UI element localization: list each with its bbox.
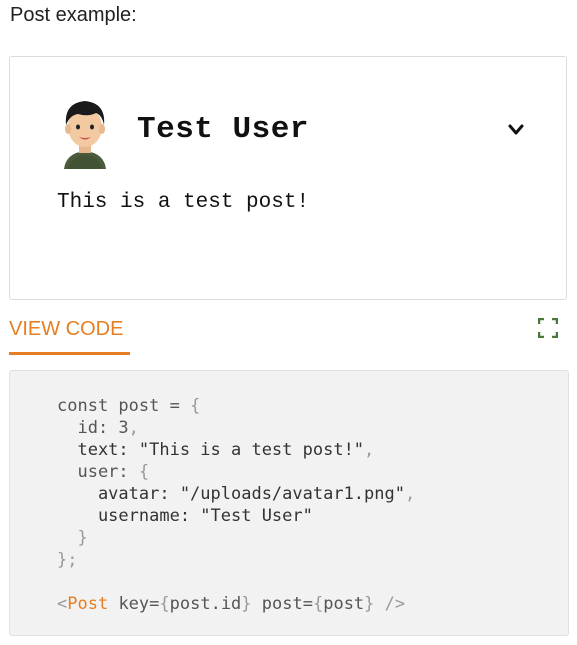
code-line: user: {	[57, 461, 415, 483]
code-token: key=	[108, 594, 160, 614]
chevron-down-icon[interactable]	[507, 123, 525, 137]
code-token: const post =	[57, 396, 191, 416]
section-heading: Post example:	[10, 4, 137, 26]
code-token: post	[323, 594, 365, 614]
tab-view-code[interactable]: VIEW CODE	[9, 318, 123, 341]
code-snippet: const post = { id: 3, text: "This is a t…	[57, 395, 415, 615]
avatar-boy-icon	[64, 101, 106, 169]
post-username: Test User	[137, 112, 309, 147]
code-line: id: 3,	[57, 417, 415, 439]
code-line: username: "Test User"	[57, 505, 415, 527]
code-token: post=	[251, 594, 313, 614]
post-card: Test User This is a test post!	[9, 56, 567, 300]
code-line: }	[57, 527, 415, 549]
code-token: post.id	[169, 594, 242, 614]
code-line: avatar: "/uploads/avatar1.png",	[57, 483, 415, 505]
code-token: {	[159, 594, 170, 614]
post-text: This is a test post!	[57, 191, 310, 214]
code-token: avatar: "/uploads/avatar1.png"	[57, 484, 405, 504]
code-block: const post = { id: 3, text: "This is a t…	[9, 370, 569, 636]
code-token: ,	[128, 418, 139, 438]
tab-active-indicator	[9, 352, 130, 355]
code-token: ,	[405, 484, 416, 504]
code-token: text: "This is a test post!"	[57, 440, 365, 460]
code-token: {	[190, 396, 201, 416]
code-token: {	[138, 462, 150, 482]
code-line: const post = {	[57, 395, 415, 417]
code-token: username: "Test User"	[57, 506, 313, 526]
fullscreen-icon[interactable]	[538, 318, 558, 338]
code-line: <Post key={post.id} post={post} />	[57, 593, 415, 615]
code-token: <	[57, 594, 68, 614]
code-token: ,	[364, 440, 375, 460]
code-token: Post	[67, 594, 109, 614]
code-token: id: 3	[57, 418, 129, 438]
code-token: };	[57, 550, 78, 570]
code-token: />	[374, 594, 406, 614]
code-token: user:	[57, 462, 139, 482]
code-line: text: "This is a test post!",	[57, 439, 415, 461]
code-token: }	[241, 594, 252, 614]
code-line: };	[57, 549, 415, 571]
code-token: }	[57, 528, 88, 548]
code-token: }	[364, 594, 375, 614]
code-token: {	[312, 594, 324, 614]
